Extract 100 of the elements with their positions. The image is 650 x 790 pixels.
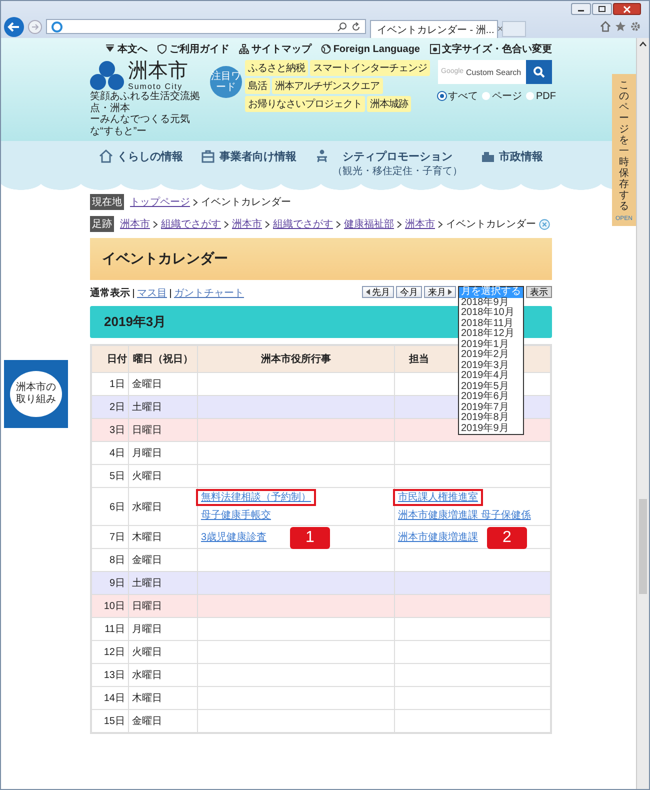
close-button[interactable]	[613, 3, 641, 15]
radio-label: ページ	[492, 90, 522, 103]
event-link[interactable]: 無料法律相談（予約制）	[196, 489, 316, 506]
month-option[interactable]: 2019年5月	[459, 382, 523, 392]
column-header: 洲本市役所行事	[198, 345, 394, 372]
chevron-icon	[193, 198, 198, 206]
column-header: 曜日（祝日）	[128, 345, 198, 372]
keyword-tag[interactable]: 洲本アルチザンスクエア	[272, 78, 382, 94]
back-icon[interactable]	[4, 16, 24, 36]
month-option[interactable]: 2019年9月	[459, 424, 523, 434]
month-button[interactable]: 今月	[396, 286, 422, 298]
month-option[interactable]: 2018年9月	[459, 298, 523, 308]
department-link[interactable]: 市民課人権推進室	[393, 489, 483, 506]
main-nav-item[interactable]: 事業者向け情報	[201, 149, 296, 178]
history-link[interactable]: 健康福祉部	[344, 217, 394, 231]
callout-badge: 1	[290, 527, 330, 549]
radio-label: すべて	[448, 90, 478, 103]
chevron-icon	[336, 220, 341, 228]
month-option[interactable]: 2019年2月	[459, 350, 523, 360]
browser-logo-icon	[51, 20, 63, 32]
person-icon	[314, 149, 329, 163]
month-button[interactable]: 先月	[362, 286, 394, 298]
chevron-icon	[397, 220, 402, 228]
month-dropdown-list[interactable]: 月を選択する 2018年9月 2018年10月 2018年11月 2018年12月 2019年1月 2019年2月 2019年3月 2019年4月 2019年5月 2019年6月 2019年7月 2019年8月 2019年9月	[458, 286, 524, 435]
scope-radio[interactable]	[526, 92, 534, 100]
initiatives-button[interactable]: 洲本市の取り組み	[4, 360, 68, 428]
scope-radio[interactable]	[438, 92, 446, 100]
history-link[interactable]: 洲本市	[120, 217, 150, 231]
event-link[interactable]: 母子健康手帳交	[196, 507, 276, 524]
scope-radio[interactable]	[482, 92, 490, 100]
briefcase-icon	[201, 149, 216, 163]
tagline: ーみんなでつくる元気な“すもと”ー	[90, 114, 191, 137]
month-option[interactable]: 2019年7月	[459, 402, 523, 413]
view-mode-link[interactable]: マス目	[137, 286, 167, 300]
logo-icon	[90, 60, 124, 90]
main-nav-item[interactable]: くらしの情報	[99, 149, 184, 178]
home-icon[interactable]	[600, 21, 611, 32]
month-heading: 2019年3月	[104, 313, 166, 331]
site-name[interactable]: 洲本市	[128, 60, 188, 82]
screen-icon	[430, 44, 440, 54]
left-triangle-icon	[366, 289, 370, 295]
keyword-tag[interactable]: お帰りなさいプロジェクト	[245, 96, 365, 112]
star-icon[interactable]	[615, 21, 626, 32]
tab-close-button[interactable]: ×	[497, 24, 504, 35]
keyword-tag[interactable]: 島活	[245, 78, 270, 94]
scrollbar[interactable]	[636, 38, 649, 789]
scrollbar-thumb[interactable]	[639, 499, 647, 594]
header-link[interactable]: 本文へ	[105, 42, 148, 56]
month-option[interactable]: 2019年3月	[459, 360, 523, 371]
header-link[interactable]: サイトマップ	[239, 42, 312, 56]
callout-badge: 2	[487, 527, 527, 549]
department-link[interactable]: 洲本市健康増進課	[393, 528, 483, 546]
month-option[interactable]: 2018年11月	[459, 318, 523, 329]
maximize-button[interactable]	[592, 3, 612, 15]
main-nav-item[interactable]: 市政情報	[480, 149, 543, 178]
main-nav-item[interactable]: シティプロモーション （観光・移住定住・子育て）	[314, 149, 463, 178]
show-button[interactable]: 表示	[526, 286, 552, 298]
refresh-icon[interactable]	[351, 22, 361, 32]
history-link[interactable]: 洲本市	[405, 217, 435, 231]
settings-icon[interactable]	[630, 21, 641, 32]
breadcrumb-link[interactable]: トップページ	[130, 195, 190, 209]
month-option[interactable]: 2019年6月	[459, 392, 523, 402]
keyword-tag[interactable]: ふるさと納税	[245, 60, 308, 76]
close-icon[interactable]	[539, 218, 550, 230]
history-link[interactable]: 組織でさがす	[161, 217, 221, 231]
month-button[interactable]: 来月	[424, 286, 456, 298]
search-button[interactable]	[526, 60, 552, 84]
month-option[interactable]: 2019年4月	[459, 371, 523, 382]
right-triangle-icon	[448, 289, 452, 295]
maximize-icon	[598, 6, 606, 12]
shield-icon	[157, 44, 168, 54]
scroll-up-icon[interactable]	[639, 41, 647, 47]
header-link[interactable]: ご利用ガイド	[157, 42, 230, 56]
house-icon	[99, 149, 114, 163]
building-icon	[480, 149, 495, 163]
event-link[interactable]: 3歳児健康診査	[196, 528, 272, 546]
arrow-down-icon	[105, 44, 116, 54]
close-icon	[623, 6, 631, 12]
page-title-banner: イベントカレンダー	[90, 238, 552, 280]
view-mode-link[interactable]: ガントチャート	[174, 286, 244, 300]
chevron-icon	[265, 220, 270, 228]
month-option[interactable]: 2019年8月	[459, 413, 523, 424]
column-header: 日付	[91, 345, 128, 372]
sitemap-icon	[239, 44, 250, 54]
keyword-tag[interactable]: 洲本城跡	[367, 96, 411, 112]
history-link[interactable]: 組織でさがす	[273, 217, 333, 231]
department-link[interactable]: 洲本市健康増進課 母子保健係	[393, 507, 536, 524]
minimize-button[interactable]	[571, 3, 591, 15]
month-option[interactable]: 2018年10月	[459, 308, 523, 318]
month-option[interactable]: 2018年12月	[459, 329, 523, 340]
chevron-icon	[224, 220, 229, 228]
history-link[interactable]: 洲本市	[232, 217, 262, 231]
header-link[interactable]: 文字サイズ・色合い変更	[430, 42, 552, 56]
address-field[interactable]	[46, 19, 366, 34]
breadcrumb-current: イベントカレンダー	[201, 196, 291, 209]
chevron-icon	[153, 220, 158, 228]
keyword-tag[interactable]: スマートインターチェンジ	[310, 60, 430, 76]
search-icon[interactable]	[337, 22, 347, 32]
view-mode-link[interactable]: 通常表示	[90, 286, 130, 300]
header-link[interactable]: Foreign Language	[321, 42, 420, 56]
